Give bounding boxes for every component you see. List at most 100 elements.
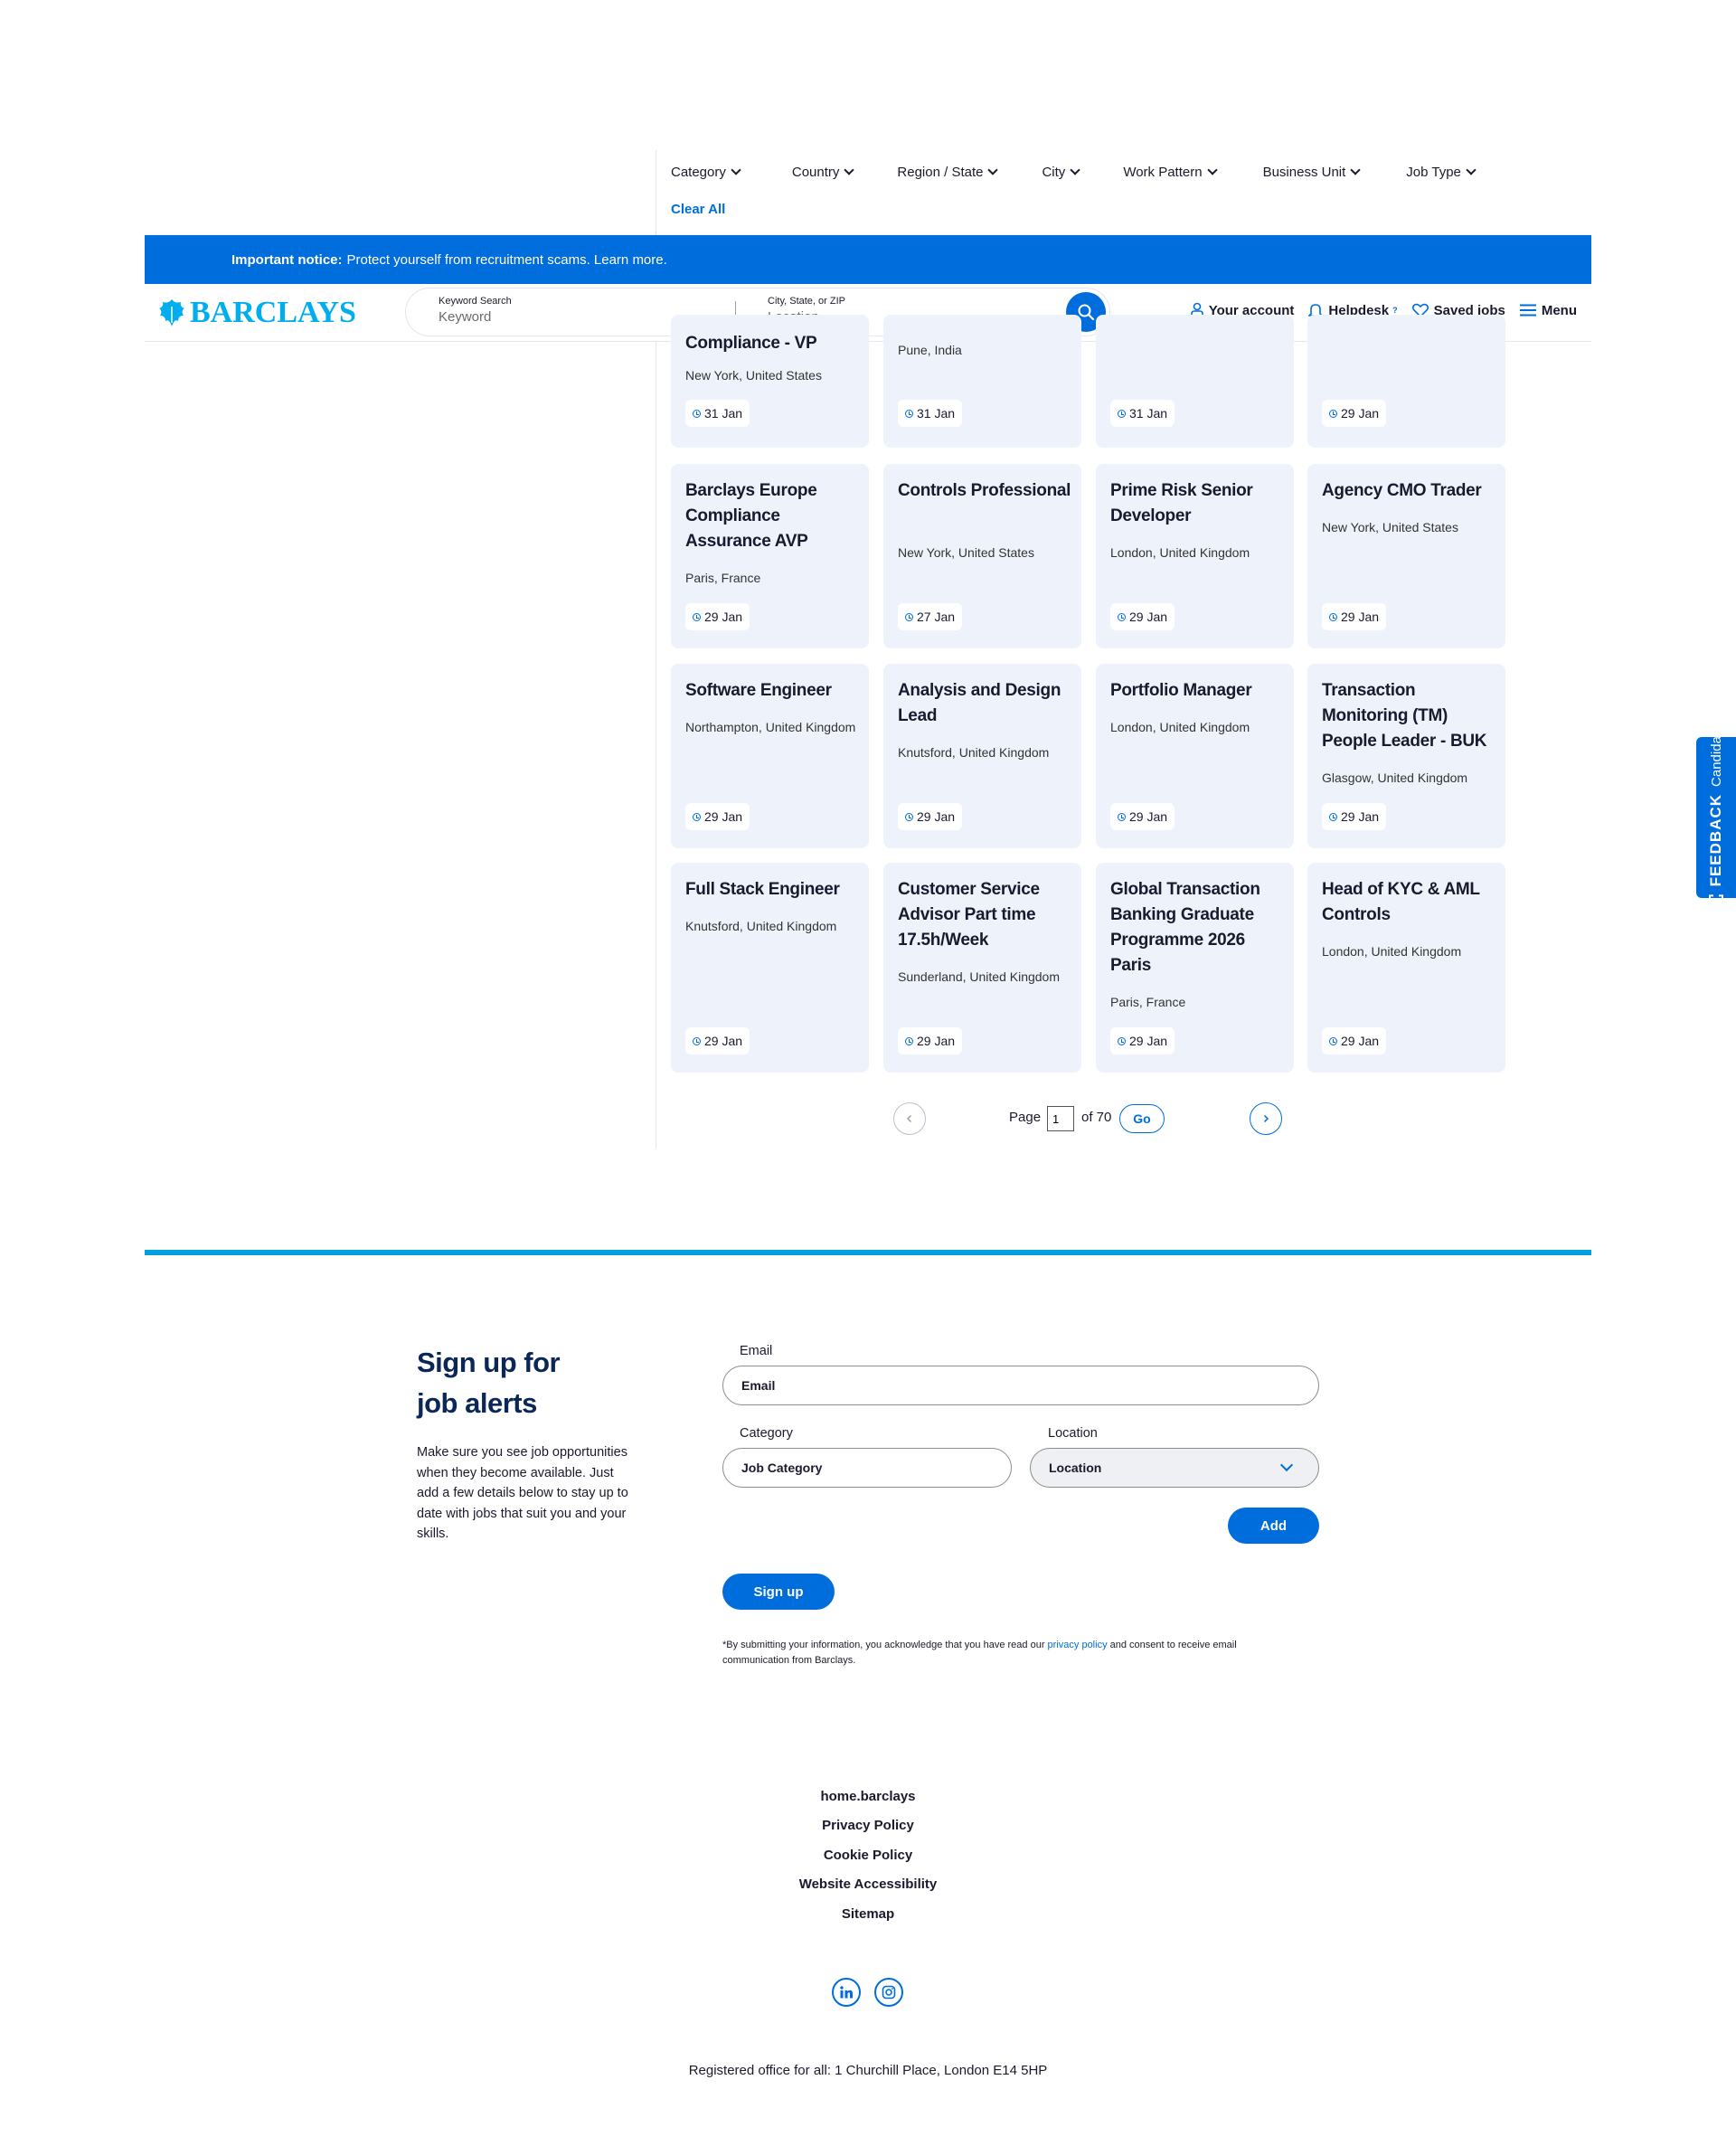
prev-page-button[interactable]: [893, 1102, 926, 1135]
job-card[interactable]: Head of KYC & AML Controls London, Unite…: [1307, 863, 1505, 1073]
job-card[interactable]: Full Stack Engineer Knutsford, United Ki…: [671, 863, 869, 1073]
job-category-field[interactable]: Job Category: [722, 1448, 1012, 1488]
important-notice-banner[interactable]: Important notice: Protect yourself from …: [145, 235, 1591, 284]
filter-city[interactable]: City: [1042, 165, 1080, 180]
filter-business-unit[interactable]: Business Unit: [1263, 165, 1361, 180]
next-page-button[interactable]: [1250, 1102, 1282, 1135]
job-card[interactable]: Compliance - VP New York, United States …: [671, 315, 869, 448]
linkedin-link[interactable]: [832, 1978, 861, 2007]
job-date: 29 Jan: [1110, 603, 1175, 630]
job-title[interactable]: Controls Professional: [898, 478, 1074, 504]
instagram-link[interactable]: [874, 1978, 903, 2007]
job-location: New York, United States: [1322, 520, 1458, 534]
footer-link-sitemap[interactable]: Sitemap: [687, 1905, 1049, 1933]
job-title[interactable]: Customer Service Advisor Part time 17.5h…: [898, 877, 1074, 953]
logo-wordmark: BARCLAYS: [190, 296, 356, 329]
job-location: New York, United States: [898, 545, 1034, 560]
job-date: 29 Jan: [1322, 603, 1387, 630]
barclays-logo[interactable]: BARCLAYS: [157, 296, 356, 330]
clock-icon: [693, 812, 701, 821]
job-alerts-heading: Sign up for job alerts: [417, 1347, 561, 1419]
footer-link-privacy-policy[interactable]: Privacy Policy: [687, 1816, 1049, 1845]
chevron-down-icon: [1466, 165, 1477, 175]
clock-icon: [1329, 409, 1337, 418]
job-title[interactable]: Agency CMO Trader: [1322, 478, 1498, 504]
job-title[interactable]: Prime Risk Senior Developer: [1110, 478, 1287, 529]
job-location: Knutsford, United Kingdom: [898, 745, 1050, 760]
filter-work-pattern[interactable]: Work Pattern: [1123, 165, 1218, 180]
chevron-down-icon: [987, 165, 999, 175]
job-date: 31 Jan: [1110, 400, 1175, 427]
job-title[interactable]: Barclays Europe Compliance Assurance AVP: [685, 478, 862, 554]
job-card[interactable]: 29 Jan: [1307, 315, 1505, 448]
add-button[interactable]: Add: [1228, 1508, 1319, 1544]
job-date: 27 Jan: [898, 603, 963, 630]
job-date: 29 Jan: [685, 803, 750, 830]
filter-list: Category Country Region / State City Wor…: [671, 165, 1477, 180]
job-title[interactable]: Software Engineer: [685, 678, 862, 704]
candidate-feedback-tab[interactable]: FEEDBACK Candidate: [1696, 737, 1736, 898]
helpdesk-badge: ?: [1392, 306, 1398, 315]
job-card[interactable]: Agency CMO Trader New York, United State…: [1307, 464, 1505, 648]
job-title[interactable]: Compliance - VP: [685, 331, 862, 356]
job-location: Northampton, United Kingdom: [685, 720, 856, 734]
clock-icon: [693, 612, 701, 621]
job-card[interactable]: Controls Professional New York, United S…: [883, 464, 1081, 648]
location-search-label: City, State, or ZIP: [768, 296, 845, 307]
job-card[interactable]: Transaction Monitoring (TM) People Leade…: [1307, 664, 1505, 848]
job-alerts-description: Make sure you see job opportunities when…: [417, 1445, 628, 1541]
job-location: Knutsford, United Kingdom: [685, 919, 837, 933]
filter-region-state[interactable]: Region / State: [897, 165, 999, 180]
category-label: Category: [740, 1426, 793, 1441]
job-title[interactable]: Head of KYC & AML Controls: [1322, 877, 1498, 928]
job-card[interactable]: Barclays Europe Compliance Assurance AVP…: [671, 464, 869, 648]
clock-icon: [693, 409, 701, 418]
job-card[interactable]: Global Transaction Banking Graduate Prog…: [1096, 863, 1294, 1073]
job-date: 29 Jan: [1110, 1027, 1175, 1054]
job-title[interactable]: Full Stack Engineer: [685, 877, 862, 903]
page-label: Page: [1009, 1110, 1042, 1125]
filter-category[interactable]: Category: [671, 165, 741, 180]
sign-up-button[interactable]: Sign up: [722, 1574, 835, 1610]
job-date: 29 Jan: [898, 1027, 963, 1054]
chevron-down-icon: [731, 165, 741, 175]
job-title[interactable]: Transaction Monitoring (TM) People Leade…: [1322, 678, 1498, 754]
job-card[interactable]: Software Engineer Northampton, United Ki…: [671, 664, 869, 848]
clear-all-link[interactable]: Clear All: [671, 202, 725, 217]
chevron-down-icon: [1070, 165, 1080, 175]
page-number-input[interactable]: [1047, 1106, 1074, 1131]
clock-icon: [1118, 409, 1126, 418]
job-card[interactable]: 31 Jan: [1096, 315, 1294, 448]
job-title[interactable]: Analysis and Design Lead: [898, 678, 1074, 729]
notice-text[interactable]: Protect yourself from recruitment scams.…: [347, 252, 667, 268]
email-field[interactable]: Email: [722, 1366, 1319, 1405]
chevron-down-icon: [1206, 165, 1218, 175]
privacy-policy-link[interactable]: privacy policy: [1048, 1640, 1108, 1650]
location-select[interactable]: Location: [1030, 1448, 1319, 1488]
job-date: 29 Jan: [1322, 400, 1387, 427]
chevron-right-icon: [1263, 1114, 1269, 1123]
job-date: 29 Jan: [898, 803, 963, 830]
job-location: London, United Kingdom: [1110, 545, 1250, 560]
filter-job-type[interactable]: Job Type: [1406, 165, 1477, 180]
job-location: Glasgow, United Kingdom: [1322, 770, 1468, 785]
pagination: Page of 70 Go: [893, 1101, 1284, 1137]
footer-link-cookie-policy[interactable]: Cookie Policy: [687, 1846, 1049, 1875]
filter-country[interactable]: Country: [792, 165, 855, 180]
job-card[interactable]: Customer Service Advisor Part time 17.5h…: [883, 863, 1081, 1073]
job-date: 29 Jan: [1322, 803, 1387, 830]
job-card[interactable]: Prime Risk Senior Developer London, Unit…: [1096, 464, 1294, 648]
page-total: of 70: [1081, 1110, 1112, 1125]
footer-link-home-barclays[interactable]: home.barclays: [687, 1787, 1049, 1816]
job-card[interactable]: Portfolio Manager London, United Kingdom…: [1096, 664, 1294, 848]
clock-icon: [1329, 1036, 1337, 1045]
menu-button[interactable]: Menu: [1519, 303, 1577, 318]
footer-link-website-accessibility[interactable]: Website Accessibility: [687, 1875, 1049, 1904]
job-title[interactable]: Portfolio Manager: [1110, 678, 1287, 704]
job-title[interactable]: Global Transaction Banking Graduate Prog…: [1110, 877, 1287, 978]
job-card[interactable]: Analysis and Design Lead Knutsford, Unit…: [883, 664, 1081, 848]
job-card[interactable]: Pune, India 31 Jan: [883, 315, 1081, 448]
job-location: London, United Kingdom: [1322, 944, 1462, 959]
go-button[interactable]: Go: [1119, 1104, 1165, 1133]
footer-links: home.barclays Privacy Policy Cookie Poli…: [687, 1787, 1049, 1933]
